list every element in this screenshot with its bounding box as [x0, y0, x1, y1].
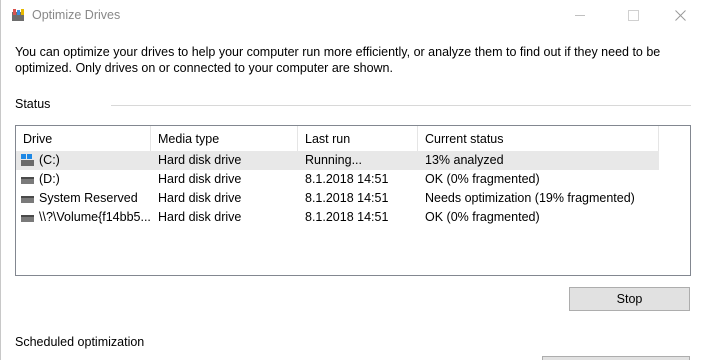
maximize-icon: [627, 10, 639, 21]
drive-cell: \\?\Volume{f14bb5...: [21, 208, 151, 227]
drives-list[interactable]: Drive Media type Last run Current status…: [15, 125, 691, 276]
last-run-cell: Running...: [305, 153, 362, 167]
drive-row-c[interactable]: (C:) Hard disk drive Running... 13% anal…: [16, 151, 659, 170]
drive-name: System Reserved: [39, 191, 138, 205]
drive-row-d[interactable]: (D:) Hard disk drive 8.1.2018 14:51 OK (…: [16, 170, 659, 189]
last-run-cell: 8.1.2018 14:51: [305, 191, 389, 205]
current-status-cell: Needs optimization (19% fragmented): [425, 191, 635, 205]
hard-drive-icon: [21, 177, 34, 184]
drive-row-system-reserved[interactable]: System Reserved Hard disk drive 8.1.2018…: [16, 189, 659, 208]
window-title: Optimize Drives: [32, 8, 121, 22]
drive-cell: (C:): [21, 151, 151, 170]
last-run-cell: 8.1.2018 14:51: [305, 172, 389, 186]
drive-name: (C:): [39, 153, 60, 167]
drive-cell: (D:): [21, 170, 151, 189]
system-drive-icon: [21, 153, 34, 166]
current-status-cell: 13% analyzed: [425, 153, 504, 167]
drive-name: \\?\Volume{f14bb5...: [39, 210, 151, 224]
intro-text: You can optimize your drives to help you…: [15, 45, 661, 75]
minimize-button[interactable]: [557, 0, 603, 31]
media-type-cell: Hard disk drive: [158, 153, 242, 167]
column-header-drive[interactable]: Drive: [16, 126, 151, 151]
hard-drive-icon: [21, 196, 34, 203]
optimize-drives-window: Optimize Drives You can optimize your dr…: [0, 0, 720, 360]
drive-name: (D:): [39, 172, 60, 186]
current-status-cell: OK (0% fragmented): [425, 172, 540, 186]
scheduled-optimization-label: Scheduled optimization: [15, 335, 145, 349]
current-status-cell: OK (0% fragmented): [425, 210, 540, 224]
column-header-media-type[interactable]: Media type: [151, 126, 298, 151]
column-header-last-run[interactable]: Last run: [298, 126, 418, 151]
stop-button[interactable]: Stop: [569, 287, 690, 311]
defrag-app-icon: [12, 9, 24, 21]
hard-drive-icon: [21, 215, 34, 222]
close-button[interactable]: [657, 0, 703, 31]
media-type-cell: Hard disk drive: [158, 210, 242, 224]
minimize-icon: [575, 15, 585, 16]
column-header-current-status[interactable]: Current status: [418, 126, 659, 151]
close-icon: [674, 10, 686, 21]
drive-cell: System Reserved: [21, 189, 151, 208]
title-bar: Optimize Drives: [1, 0, 720, 31]
status-divider: [111, 105, 691, 106]
media-type-cell: Hard disk drive: [158, 191, 242, 205]
status-section-label: Status: [15, 97, 51, 111]
media-type-cell: Hard disk drive: [158, 172, 242, 186]
maximize-button[interactable]: [610, 0, 656, 31]
last-run-cell: 8.1.2018 14:51: [305, 210, 389, 224]
list-header: Drive Media type Last run Current status: [16, 126, 690, 151]
change-settings-button[interactable]: [542, 356, 690, 360]
drive-row-volume[interactable]: \\?\Volume{f14bb5... Hard disk drive 8.1…: [16, 208, 659, 227]
